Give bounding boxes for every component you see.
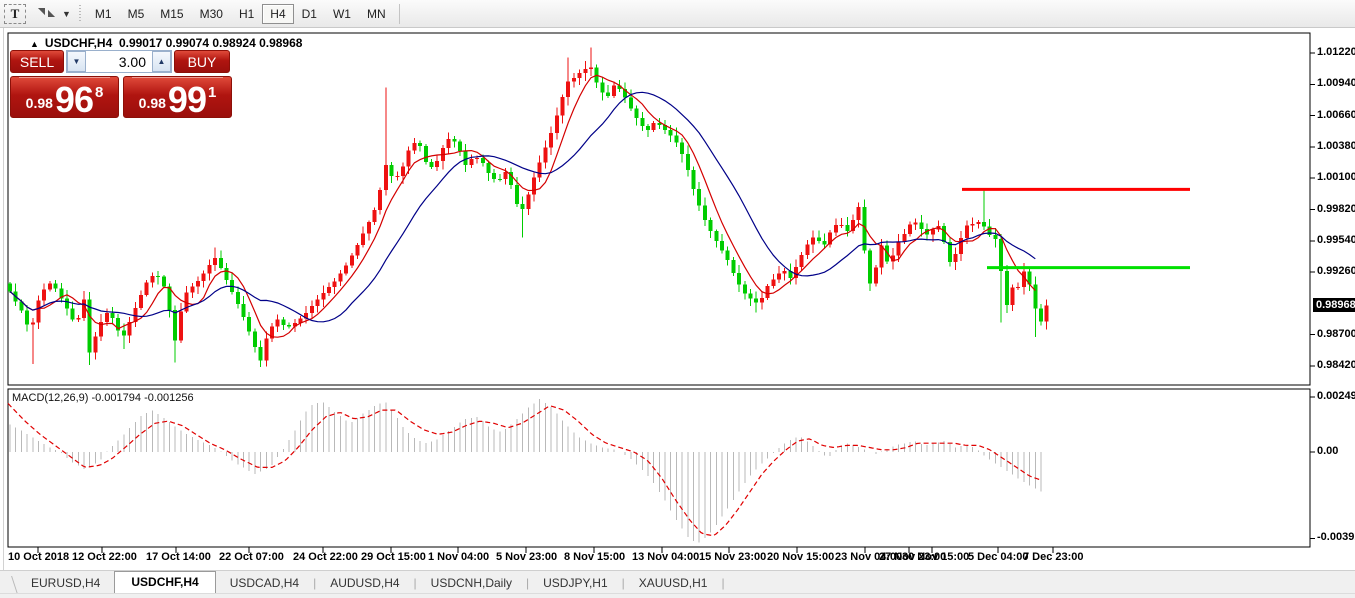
volume-decrease-button[interactable]: ▼ <box>67 51 86 72</box>
sell-price-big-digits: 96 <box>55 85 93 115</box>
volume-stepper: ▼ ▲ <box>66 50 172 73</box>
price-axis-label: 0.99820 <box>1317 203 1355 215</box>
chart-tab-usdcnh[interactable]: USDCNH,Daily <box>417 573 526 594</box>
tab-separator: | <box>721 576 724 594</box>
time-axis-label: 10 Oct 2018 <box>8 551 69 563</box>
chart-tab-eurusd[interactable]: EURUSD,H4 <box>17 573 114 594</box>
current-price-tag: 0.98968 <box>1313 298 1355 312</box>
time-axis-label: 13 Nov 04:00 <box>632 551 699 563</box>
sell-button[interactable]: SELL <box>10 50 64 73</box>
time-axis-label: 5 Dec 04:00 <box>968 551 1029 563</box>
one-click-trading-panel: SELL ▼ ▲ BUY 0.98 96 8 0.98 99 1 <box>10 50 232 118</box>
timeframe-button-m5[interactable]: M5 <box>120 4 153 24</box>
time-axis-label: 24 Oct 22:00 <box>293 551 358 563</box>
timeframe-button-h1[interactable]: H1 <box>231 4 262 24</box>
time-axis-label: 1 Nov 04:00 <box>428 551 489 563</box>
quote-divider <box>132 77 223 78</box>
macd-indicator-label: MACD(12,26,9) -0.001794 -0.001256 <box>12 392 194 404</box>
time-axis-label: 20 Nov 15:00 <box>767 551 834 563</box>
mt4-terminal: { "toolbar": { "text_tool_label": "T", "… <box>0 0 1355 598</box>
time-axis-label: 17 Oct 14:00 <box>146 551 211 563</box>
buy-price-big-digits: 99 <box>168 85 206 115</box>
sell-price-prefix: 0.98 <box>26 95 53 111</box>
volume-input[interactable] <box>86 51 152 72</box>
time-axis-label: 5 Nov 23:00 <box>496 551 557 563</box>
toolbar-separator <box>399 4 400 24</box>
time-axis-label: 7 Dec 23:00 <box>1023 551 1084 563</box>
timeframe-button-mn[interactable]: MN <box>359 4 394 24</box>
symbol-label: USDCHF,H4 <box>45 36 112 50</box>
buy-price-prefix: 0.98 <box>139 95 166 111</box>
buy-price-quote[interactable]: 0.98 99 1 <box>123 76 232 118</box>
price-axis-label: 0.98700 <box>1317 328 1355 340</box>
macd-axis-label: 0.002492 <box>1317 390 1355 402</box>
price-axis-label: 1.00940 <box>1317 77 1355 89</box>
price-axis-label: 1.00380 <box>1317 140 1355 152</box>
toolbar-grip <box>79 5 81 23</box>
chart-tab-audusd[interactable]: AUDUSD,H4 <box>316 573 413 594</box>
line-studies-icon[interactable] <box>38 6 58 22</box>
time-axis-label: 22 Oct 07:00 <box>219 551 284 563</box>
chart-tab-usdcad[interactable]: USDCAD,H4 <box>216 573 313 594</box>
top-toolbar: T ▼ M1M5M15M30H1H4D1W1MN <box>0 0 1355 28</box>
timeframe-button-m15[interactable]: M15 <box>152 4 191 24</box>
price-axis-label: 0.99540 <box>1317 234 1355 246</box>
chart-tab-xauusd[interactable]: XAUUSD,H1 <box>625 573 722 594</box>
timeframe-button-h4[interactable]: H4 <box>262 4 293 24</box>
timeframe-button-d1[interactable]: D1 <box>294 4 325 24</box>
price-axis-label: 1.00100 <box>1317 171 1355 183</box>
text-label-tool-button[interactable]: T <box>4 4 26 24</box>
buy-button[interactable]: BUY <box>174 50 230 73</box>
macd-axis-label: 0.00 <box>1317 445 1338 457</box>
time-axis-label: 30 Nov 15:00 <box>902 551 969 563</box>
timeframe-button-m1[interactable]: M1 <box>87 4 120 24</box>
sell-price-pip-digit: 8 <box>95 84 103 101</box>
chart-tab-usdjpy[interactable]: USDJPY,H1 <box>529 573 621 594</box>
time-axis-label: 12 Oct 22:00 <box>72 551 137 563</box>
collapse-arrow-icon[interactable]: ▲ <box>30 39 39 49</box>
ohlc-values: 0.99017 0.99074 0.98924 0.98968 <box>119 36 303 50</box>
buy-price-pip-digit: 1 <box>208 84 216 101</box>
chart-tab-usdchf[interactable]: USDCHF,H4 <box>114 571 215 594</box>
volume-increase-button[interactable]: ▲ <box>152 51 171 72</box>
quote-divider <box>19 77 110 78</box>
macd-axis-label: -0.003913 <box>1317 531 1355 543</box>
status-bar <box>0 593 1355 598</box>
tab-row: EURUSD,H4USDCHF,H4USDCAD,H4|AUDUSD,H4|US… <box>17 571 725 594</box>
time-axis-label: 29 Oct 15:00 <box>361 551 426 563</box>
chart-title: ▲ USDCHF,H4 0.99017 0.99074 0.98924 0.989… <box>30 36 302 50</box>
timeframe-button-m30[interactable]: M30 <box>192 4 231 24</box>
sell-price-quote[interactable]: 0.98 96 8 <box>10 76 119 118</box>
price-axis-label: 1.00660 <box>1317 109 1355 121</box>
timeframe-button-w1[interactable]: W1 <box>325 4 359 24</box>
time-axis-label: 8 Nov 15:00 <box>564 551 625 563</box>
price-axis-label: 0.99260 <box>1317 265 1355 277</box>
tab-stub <box>0 576 18 594</box>
price-axis-label: 0.98420 <box>1317 359 1355 371</box>
price-axis-label: 1.01220 <box>1317 46 1355 58</box>
chevron-down-icon[interactable]: ▼ <box>62 9 71 19</box>
time-axis-label: 15 Nov 23:00 <box>699 551 766 563</box>
timeframe-toolbar: M1M5M15M30H1H4D1W1MN <box>87 4 394 24</box>
chart-tab-bar: EURUSD,H4USDCHF,H4USDCAD,H4|AUDUSD,H4|US… <box>0 570 1355 594</box>
